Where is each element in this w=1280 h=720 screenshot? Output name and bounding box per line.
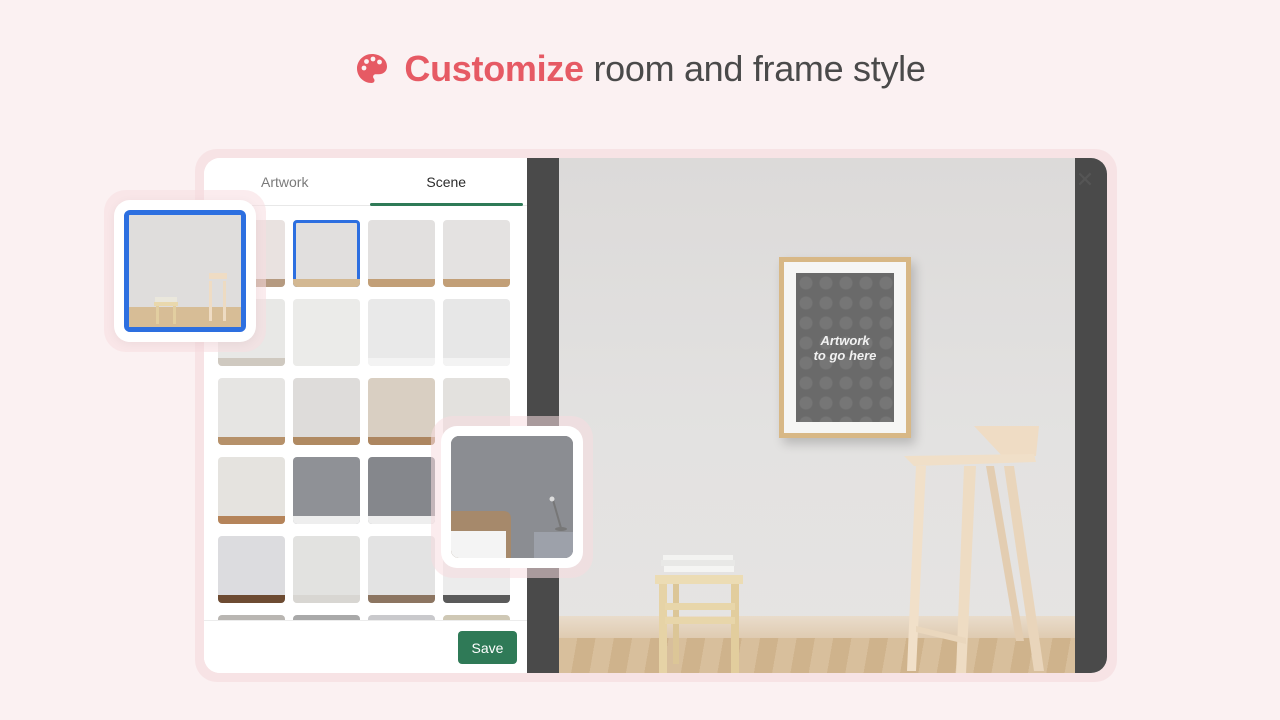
stool-rail [665, 603, 735, 610]
scene-thumbnail[interactable] [368, 536, 435, 603]
selected-scene-callout [114, 200, 256, 342]
thumbnail-floor [218, 436, 285, 445]
scene-thumbnail[interactable] [293, 536, 360, 603]
scene-thumbnail[interactable] [293, 378, 360, 445]
thumbnail-floor [443, 357, 510, 366]
book [664, 566, 734, 572]
scene-thumbnail[interactable] [368, 299, 435, 366]
scene-thumbnail[interactable] [443, 220, 510, 287]
headline: Customize room and frame style [0, 48, 1280, 90]
save-button[interactable]: Save [458, 631, 517, 664]
thumbnail-floor [293, 436, 360, 445]
thumbnail-floor [293, 278, 360, 287]
thumbnail-floor [218, 594, 285, 603]
scene-thumbnail[interactable] [218, 457, 285, 524]
scene-thumbnail[interactable] [368, 220, 435, 287]
thumbnail-floor [293, 357, 360, 366]
bar-stool-back [974, 426, 1039, 458]
bar-stool-leg [907, 466, 926, 671]
headline-rest: room and frame style [593, 48, 926, 89]
scene-thumbnail[interactable] [218, 378, 285, 445]
panel-footer: Save [204, 620, 527, 673]
close-icon[interactable]: ✕ [1073, 168, 1097, 192]
tab-scene[interactable]: Scene [366, 158, 528, 206]
bedroom-scene-illustration [451, 436, 573, 558]
bedroom-scene-preview [451, 436, 573, 558]
headline-accent: Customize [404, 48, 584, 89]
headline-text: Customize room and frame style [404, 48, 925, 90]
bar-stool-seat [904, 454, 1036, 466]
palette-icon [357, 54, 388, 83]
scene-thumbnail[interactable] [293, 457, 360, 524]
scene-preview: Artwork to go here ✕ [527, 158, 1107, 673]
selected-scene-preview [124, 210, 246, 332]
book [661, 560, 735, 566]
scene-thumbnail[interactable] [293, 220, 360, 287]
stool-seat [655, 575, 743, 584]
thumbnail-floor [368, 278, 435, 287]
thumbnail-floor [218, 515, 285, 524]
thumbnail-floor [218, 357, 285, 366]
stool-leg [731, 584, 739, 673]
stool-with-books [655, 555, 743, 673]
thumbnail-floor [293, 594, 360, 603]
artwork-placeholder: Artwork to go here [796, 273, 894, 422]
thumbnail-floor [368, 594, 435, 603]
customizer-window: Artwork Scene Save Artwork to go here ✕ [204, 158, 1107, 673]
thumbnail-floor [368, 515, 435, 524]
scene-thumbnail[interactable] [443, 299, 510, 366]
scene-thumbnail[interactable] [218, 536, 285, 603]
scene-thumbnail[interactable] [293, 299, 360, 366]
bedroom-scene-callout [441, 426, 583, 568]
selected-scene-illustration [129, 215, 241, 327]
thumbnail-floor [443, 278, 510, 287]
thumbnail-floor [443, 594, 510, 603]
frame-mat: Artwork to go here [784, 262, 906, 433]
stool-leg [659, 584, 667, 673]
room-scene-image: Artwork to go here [559, 158, 1075, 673]
thumbnail-floor [368, 436, 435, 445]
scene-thumbnail[interactable] [368, 378, 435, 445]
thumbnail-floor [293, 515, 360, 524]
artwork-frame[interactable]: Artwork to go here [779, 257, 911, 438]
book [663, 555, 733, 560]
bar-stool [904, 426, 1044, 673]
scene-thumbnail[interactable] [368, 457, 435, 524]
artwork-placeholder-line2: to go here [813, 347, 877, 363]
artwork-placeholder-line1: Artwork [820, 332, 870, 348]
stool-rail [665, 617, 735, 624]
thumbnail-floor [368, 357, 435, 366]
